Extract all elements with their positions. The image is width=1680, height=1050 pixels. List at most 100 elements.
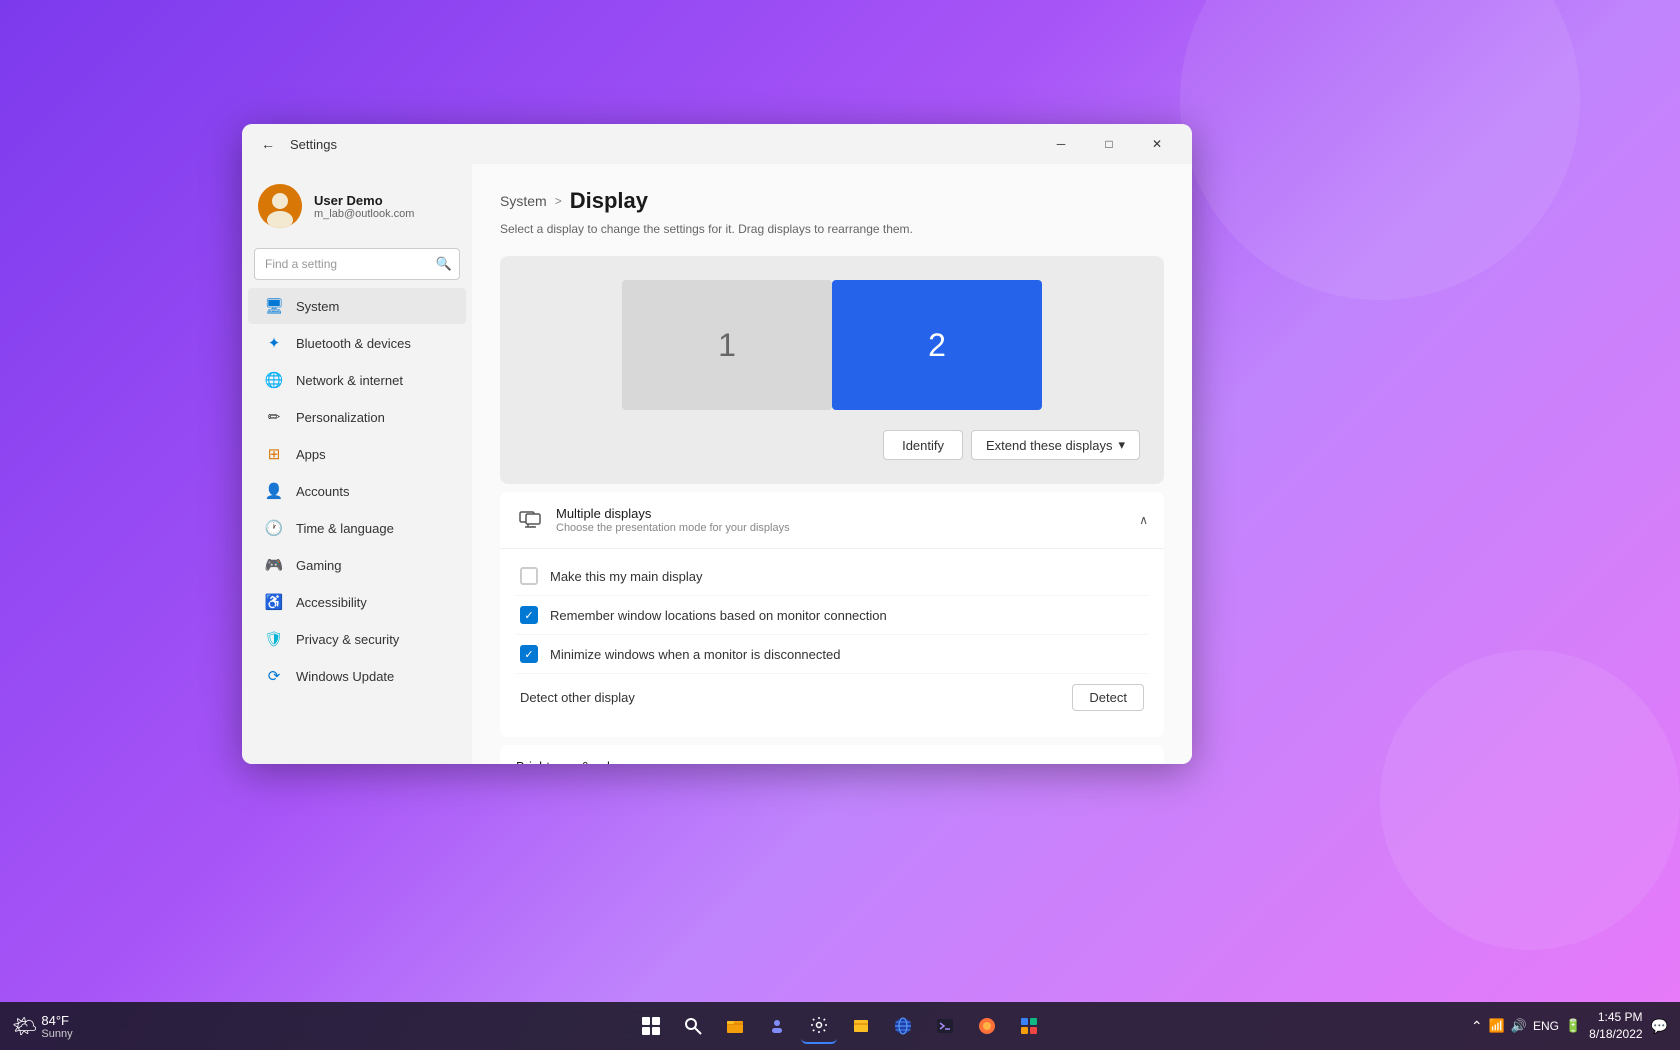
display-actions: Identify Extend these displays ▾ <box>883 430 1140 460</box>
close-button[interactable]: ✕ <box>1134 128 1180 160</box>
section-content-multiple-displays: Make this my main display ✓ Remember win… <box>500 548 1164 737</box>
label-remember-locations: Remember window locations based on monit… <box>550 608 887 623</box>
sidebar-item-time[interactable]: 🕐 Time & language <box>248 510 466 546</box>
extend-button[interactable]: Extend these displays ▾ <box>971 430 1140 460</box>
nav-list: 🖥 System ✦ Bluetooth & devices 🌐 Network… <box>242 288 472 694</box>
sidebar-item-privacy[interactable]: 🛡 Privacy & security <box>248 621 466 657</box>
sidebar-item-bluetooth[interactable]: ✦ Bluetooth & devices <box>248 325 466 361</box>
nav-icon-bluetooth: ✦ <box>264 333 284 353</box>
taskbar-time: 1:45 PM <box>1589 1009 1642 1026</box>
taskbar-center <box>633 1008 1047 1044</box>
start-button[interactable] <box>633 1008 669 1044</box>
user-name: User Demo <box>314 193 456 208</box>
nav-label-apps: Apps <box>296 447 326 462</box>
brightness-section[interactable]: Brightness & color <box>500 745 1164 764</box>
option-remember-locations: ✓ Remember window locations based on mon… <box>516 595 1148 634</box>
main-content: System > Display Select a display to cha… <box>472 164 1192 764</box>
brightness-title: Brightness & color <box>516 759 622 764</box>
taskbar: 🌤 84°F Sunny <box>0 1002 1680 1050</box>
section-header-multiple-displays[interactable]: Multiple displays Choose the presentatio… <box>500 492 1164 548</box>
settings-window: ← Settings ─ □ ✕ User Demo <box>242 124 1192 764</box>
detect-row: Detect other display Detect <box>516 673 1148 721</box>
weather-icon: 🌤 <box>12 1014 37 1039</box>
sidebar-item-network[interactable]: 🌐 Network & internet <box>248 362 466 398</box>
title-bar: ← Settings ─ □ ✕ <box>242 124 1192 164</box>
nav-icon-privacy: 🛡 <box>264 629 284 649</box>
nav-icon-accessibility: ♿ <box>264 592 284 612</box>
nav-label-accounts: Accounts <box>296 484 349 499</box>
checkbox-remember-locations[interactable]: ✓ <box>520 606 538 624</box>
sidebar-item-accounts[interactable]: 👤 Accounts <box>248 473 466 509</box>
clock-widget[interactable]: 1:45 PM 8/18/2022 <box>1589 1009 1642 1043</box>
display-preview-container: 1 2 Identify Extend these displays ▾ <box>500 256 1164 484</box>
collapse-icon: ∧ <box>1139 513 1148 527</box>
nav-icon-time: 🕐 <box>264 518 284 538</box>
taskbar-search-button[interactable] <box>675 1008 711 1044</box>
weather-temp: 84°F <box>41 1013 72 1028</box>
detect-button[interactable]: Detect <box>1072 684 1144 711</box>
nav-icon-network: 🌐 <box>264 370 284 390</box>
back-button[interactable]: ← <box>254 130 282 158</box>
extend-label: Extend these displays <box>986 438 1112 453</box>
nav-icon-accounts: 👤 <box>264 481 284 501</box>
nav-label-network: Network & internet <box>296 373 403 388</box>
label-main-display: Make this my main display <box>550 569 702 584</box>
option-main-display: Make this my main display <box>516 557 1148 595</box>
volume-icon[interactable]: 🔊 <box>1511 1018 1527 1034</box>
nav-label-gaming: Gaming <box>296 558 342 573</box>
nav-label-bluetooth: Bluetooth & devices <box>296 336 411 351</box>
network-icon[interactable]: 📶 <box>1489 1018 1505 1034</box>
file-manager-button[interactable] <box>843 1008 879 1044</box>
multiple-displays-icon <box>516 506 544 534</box>
sidebar-item-apps[interactable]: ⊞ Apps <box>248 436 466 472</box>
lang-indicator[interactable]: ENG <box>1533 1019 1559 1033</box>
checkbox-main-display[interactable] <box>520 567 538 585</box>
notification-icon[interactable]: 💬 <box>1651 1018 1668 1035</box>
nav-label-system: System <box>296 299 339 314</box>
nav-icon-personalization: ✏ <box>264 407 284 427</box>
sidebar-item-gaming[interactable]: 🎮 Gaming <box>248 547 466 583</box>
store-button[interactable] <box>1011 1008 1047 1044</box>
teams-button[interactable] <box>759 1008 795 1044</box>
settings-taskbar-button[interactable] <box>801 1008 837 1044</box>
monitor-2[interactable]: 2 <box>832 280 1042 410</box>
breadcrumb-separator: > <box>555 194 562 208</box>
multiple-displays-section: Multiple displays Choose the presentatio… <box>500 492 1164 737</box>
checkbox-minimize-windows[interactable]: ✓ <box>520 645 538 663</box>
battery-icon[interactable]: 🔋 <box>1565 1018 1581 1034</box>
section-desc-multiple-displays: Choose the presentation mode for your di… <box>556 522 1139 534</box>
weather-desc: Sunny <box>41 1028 72 1040</box>
window-title: Settings <box>290 137 337 152</box>
sidebar-item-accessibility[interactable]: ♿ Accessibility <box>248 584 466 620</box>
search-box: 🔍 <box>254 248 460 280</box>
terminal-button[interactable] <box>927 1008 963 1044</box>
nav-icon-system: 🖥 <box>264 296 284 316</box>
search-input[interactable] <box>254 248 460 280</box>
minimize-button[interactable]: ─ <box>1038 128 1084 160</box>
nav-label-time: Time & language <box>296 521 394 536</box>
monitor-1[interactable]: 1 <box>622 280 832 410</box>
sidebar-item-personalization[interactable]: ✏ Personalization <box>248 399 466 435</box>
taskbar-left: 🌤 84°F Sunny <box>12 1013 73 1040</box>
firefox-button[interactable] <box>969 1008 1005 1044</box>
taskbar-right: ⌃ 📶 🔊 ENG 🔋 1:45 PM 8/18/2022 💬 <box>1471 1009 1668 1043</box>
browser-button[interactable] <box>885 1008 921 1044</box>
nav-label-update: Windows Update <box>296 669 394 684</box>
maximize-button[interactable]: □ <box>1086 128 1132 160</box>
detect-label: Detect other display <box>520 690 635 705</box>
weather-widget[interactable]: 🌤 84°F Sunny <box>12 1013 73 1040</box>
chevron-up-icon[interactable]: ⌃ <box>1471 1018 1483 1035</box>
nav-label-privacy: Privacy & security <box>296 632 399 647</box>
page-subtitle: Select a display to change the settings … <box>500 222 1164 236</box>
display-monitors: 1 2 <box>622 280 1042 410</box>
user-profile[interactable]: User Demo m_lab@outlook.com <box>242 172 472 248</box>
breadcrumb-parent[interactable]: System <box>500 193 547 209</box>
sidebar-item-system[interactable]: 🖥 System <box>248 288 466 324</box>
section-text: Multiple displays Choose the presentatio… <box>556 506 1139 534</box>
nav-label-accessibility: Accessibility <box>296 595 367 610</box>
identify-button[interactable]: Identify <box>883 430 963 460</box>
sidebar-item-update[interactable]: ⟳ Windows Update <box>248 658 466 694</box>
label-minimize-windows: Minimize windows when a monitor is disco… <box>550 647 840 662</box>
option-minimize-windows: ✓ Minimize windows when a monitor is dis… <box>516 634 1148 673</box>
file-explorer-button[interactable] <box>717 1008 753 1044</box>
